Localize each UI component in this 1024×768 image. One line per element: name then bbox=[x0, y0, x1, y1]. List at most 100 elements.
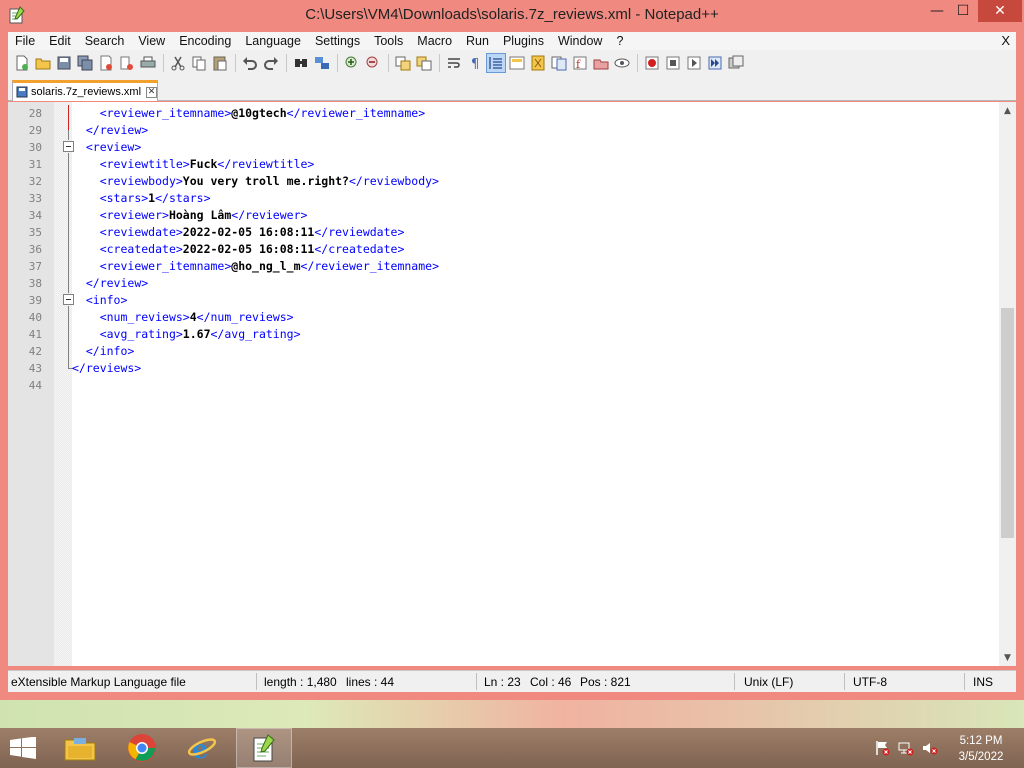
menu-settings[interactable]: Settings bbox=[308, 34, 367, 48]
run-macro-multiple-icon[interactable] bbox=[706, 54, 724, 72]
action-center-flag-icon[interactable] bbox=[874, 740, 890, 756]
tab-solaris-reviews[interactable]: solaris.7z_reviews.xml ✕ bbox=[12, 80, 158, 101]
menu-encoding[interactable]: Encoding bbox=[172, 34, 238, 48]
open-file-icon[interactable] bbox=[34, 54, 52, 72]
xml-close-tag: </stars> bbox=[155, 191, 211, 205]
menu-edit[interactable]: Edit bbox=[42, 34, 78, 48]
notepadpp-icon bbox=[253, 734, 275, 762]
editor-area[interactable]: 28 <reviewer_itemname>@10gtech</reviewer… bbox=[8, 102, 1016, 666]
sync-horizontal-icon[interactable] bbox=[415, 54, 433, 72]
taskbar-file-explorer[interactable] bbox=[52, 728, 108, 768]
stop-record-icon[interactable] bbox=[664, 54, 682, 72]
menu-window[interactable]: Window bbox=[551, 34, 609, 48]
network-icon[interactable] bbox=[898, 740, 914, 756]
menu-run[interactable]: Run bbox=[459, 34, 496, 48]
title-bar[interactable]: C:\Users\VM4\Downloads\solaris.7z_review… bbox=[0, 0, 1024, 32]
menu-file[interactable]: File bbox=[8, 34, 42, 48]
code-text[interactable]: 28 <reviewer_itemname>@10gtech</reviewer… bbox=[29, 105, 998, 394]
scroll-down-arrow-icon[interactable]: ▼ bbox=[999, 649, 1016, 666]
zoom-out-icon[interactable] bbox=[364, 54, 382, 72]
line-number: 42 bbox=[28, 345, 42, 358]
scroll-up-arrow-icon[interactable]: ▲ bbox=[999, 102, 1016, 119]
line-number: 29 bbox=[28, 124, 42, 137]
close-icon[interactable] bbox=[97, 54, 115, 72]
folder-as-workspace-icon[interactable]: f bbox=[571, 54, 589, 72]
tab-close-icon[interactable]: ✕ bbox=[146, 86, 157, 98]
close-all-icon[interactable] bbox=[118, 54, 136, 72]
fold-line bbox=[68, 306, 69, 369]
find-icon[interactable] bbox=[292, 54, 310, 72]
menu-plugins[interactable]: Plugins bbox=[496, 34, 551, 48]
clock-date: 3/5/2022 bbox=[958, 751, 1004, 763]
status-file-type: eXtensible Markup Language file bbox=[11, 675, 186, 689]
code-line: 35 <reviewdate>2022-02-05 16:08:11</revi… bbox=[29, 224, 998, 241]
save-all-icon[interactable] bbox=[76, 54, 94, 72]
copy-icon[interactable] bbox=[190, 54, 208, 72]
toolbar-separator bbox=[439, 54, 440, 72]
save-icon[interactable] bbox=[55, 54, 73, 72]
vertical-scrollbar[interactable]: ▲ ▼ bbox=[999, 102, 1016, 666]
user-language-icon[interactable] bbox=[508, 54, 526, 72]
xml-close-tag: </reviewbody> bbox=[348, 174, 439, 188]
tab-label: solaris.7z_reviews.xml bbox=[30, 86, 142, 98]
paste-icon[interactable] bbox=[211, 54, 229, 72]
sync-vertical-icon[interactable] bbox=[394, 54, 412, 72]
fold-margin[interactable] bbox=[54, 102, 72, 666]
zoom-in-icon[interactable] bbox=[343, 54, 361, 72]
close-document-button[interactable]: X bbox=[1001, 33, 1010, 48]
saved-file-icon bbox=[16, 86, 28, 98]
close-window-button[interactable]: ✕ bbox=[978, 0, 1022, 22]
status-length: length : 1,480 bbox=[264, 675, 337, 689]
new-file-icon[interactable] bbox=[13, 54, 31, 72]
line-number: 33 bbox=[28, 192, 42, 205]
print-icon[interactable] bbox=[139, 54, 157, 72]
status-encoding[interactable]: UTF-8 bbox=[853, 675, 887, 689]
menu-language[interactable]: Language bbox=[238, 34, 308, 48]
maximize-button[interactable]: ☐ bbox=[946, 0, 980, 22]
code-line: 33 <stars>1</stars> bbox=[29, 190, 998, 207]
record-macro-icon[interactable] bbox=[643, 54, 661, 72]
save-macro-icon[interactable] bbox=[727, 54, 745, 72]
code-line: 39 <info> bbox=[29, 292, 998, 309]
menu-view[interactable]: View bbox=[131, 34, 172, 48]
indent-guide-icon[interactable] bbox=[486, 53, 506, 73]
code-line: 37 <reviewer_itemname>@ho_ng_l_m</review… bbox=[29, 258, 998, 275]
xml-text: Fuck bbox=[189, 157, 218, 171]
menu-tools[interactable]: Tools bbox=[367, 34, 410, 48]
volume-muted-icon[interactable] bbox=[922, 740, 938, 756]
windows-start-icon[interactable] bbox=[8, 737, 38, 759]
show-all-chars-icon[interactable]: ¶ bbox=[466, 54, 484, 72]
status-eol[interactable]: Unix (LF) bbox=[744, 675, 793, 689]
menu-macro[interactable]: Macro bbox=[410, 34, 459, 48]
chrome-icon bbox=[128, 734, 156, 762]
code-line: 44 bbox=[29, 377, 998, 394]
file-explorer-icon bbox=[64, 738, 96, 761]
eye-icon[interactable] bbox=[613, 54, 631, 72]
code-line: 34 <reviewer>Hoàng Lâm</reviewer> bbox=[29, 207, 998, 224]
line-number: 34 bbox=[28, 209, 42, 222]
cut-icon[interactable] bbox=[169, 54, 187, 72]
taskbar-internet-explorer[interactable]: e bbox=[174, 728, 230, 768]
menu-help[interactable]: ? bbox=[609, 34, 630, 48]
system-clock[interactable]: 5:12 PM 3/5/2022 bbox=[946, 733, 1016, 765]
taskbar-notepadpp[interactable] bbox=[236, 728, 292, 768]
play-macro-icon[interactable] bbox=[685, 54, 703, 72]
monitoring-icon[interactable] bbox=[592, 54, 610, 72]
function-list-icon[interactable] bbox=[550, 54, 568, 72]
taskbar-chrome[interactable] bbox=[114, 728, 170, 768]
doc-map-icon[interactable] bbox=[529, 54, 547, 72]
menu-search[interactable]: Search bbox=[78, 34, 132, 48]
scrollbar-thumb[interactable] bbox=[1001, 308, 1014, 538]
toolbar-separator bbox=[235, 54, 236, 72]
undo-icon[interactable] bbox=[241, 54, 259, 72]
xml-close-tag: </reviewer_itemname> bbox=[300, 259, 439, 273]
code-line: 41 <avg_rating>1.67</avg_rating> bbox=[29, 326, 998, 343]
replace-icon[interactable] bbox=[313, 54, 331, 72]
redo-icon[interactable] bbox=[262, 54, 280, 72]
word-wrap-icon[interactable] bbox=[445, 54, 463, 72]
status-lines: lines : 44 bbox=[346, 675, 395, 689]
line-number: 39 bbox=[28, 294, 42, 307]
status-insert-mode[interactable]: INS bbox=[973, 675, 993, 689]
